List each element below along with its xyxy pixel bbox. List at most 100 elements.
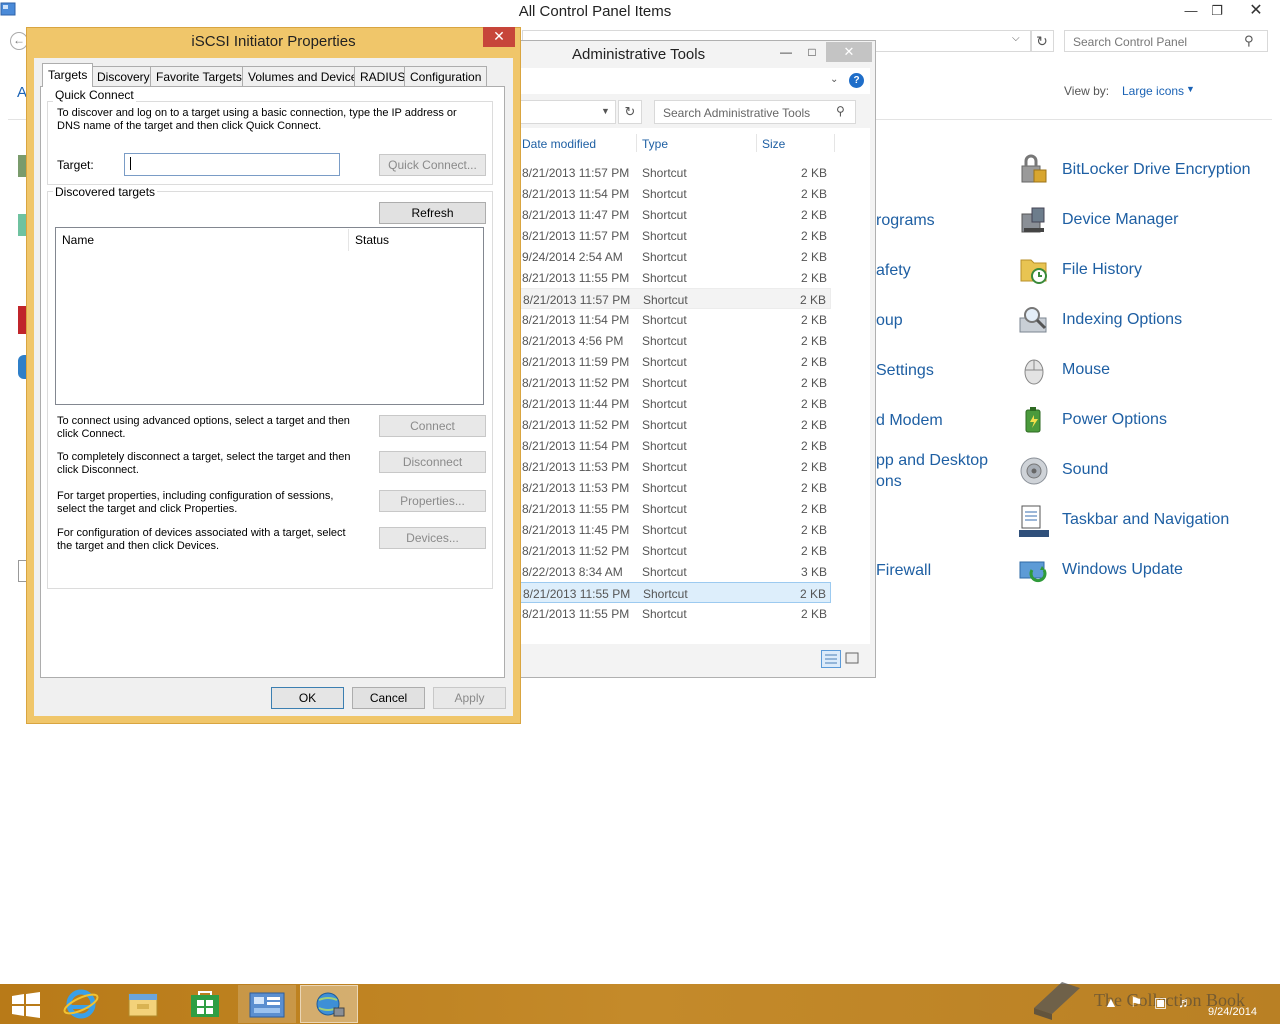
- caret-down-icon[interactable]: ▼: [1186, 84, 1195, 94]
- close-button[interactable]: ✕: [826, 42, 872, 62]
- file-explorer-button[interactable]: [114, 985, 172, 1023]
- file-row[interactable]: 8/21/2013 11:54 PM Shortcut 2 KB: [520, 309, 831, 330]
- file-row-size: 2 KB: [800, 460, 827, 474]
- search-icon[interactable]: ⚲: [1244, 33, 1254, 49]
- clock-date[interactable]: 9/24/2014: [1208, 1006, 1257, 1018]
- file-row[interactable]: 8/21/2013 11:53 PM Shortcut 2 KB: [520, 477, 831, 498]
- network-icon[interactable]: ▣: [1154, 994, 1167, 1011]
- file-row[interactable]: 8/21/2013 11:44 PM Shortcut 2 KB: [520, 393, 831, 414]
- file-row-type: Shortcut: [642, 544, 687, 558]
- file-row-type: Shortcut: [643, 587, 688, 601]
- discovered-targets-list[interactable]: [55, 227, 484, 405]
- search-icon[interactable]: ⚲: [836, 104, 845, 118]
- file-row[interactable]: 8/21/2013 11:57 PM Shortcut 2 KB: [520, 288, 831, 309]
- file-row[interactable]: 8/21/2013 11:54 PM Shortcut 2 KB: [520, 183, 831, 204]
- quick-connect-button[interactable]: Quick Connect...: [379, 154, 486, 176]
- column-header-size[interactable]: Size: [762, 137, 785, 151]
- show-hidden-icons[interactable]: ▲: [1104, 994, 1118, 1010]
- apply-button[interactable]: Apply: [433, 687, 506, 709]
- cp-item-partial[interactable]: oup: [876, 310, 903, 331]
- tab-volumes-and-devices[interactable]: Volumes and Devices: [242, 66, 370, 86]
- cp-item-partial[interactable]: ons: [876, 471, 902, 492]
- connect-button[interactable]: Connect: [379, 415, 486, 437]
- properties-button[interactable]: Properties...: [379, 490, 486, 512]
- chevron-down-icon[interactable]: ⌵: [1012, 33, 1028, 44]
- file-row[interactable]: 8/21/2013 11:52 PM Shortcut 2 KB: [520, 414, 831, 435]
- tab-targets[interactable]: Targets: [42, 63, 94, 87]
- ok-button[interactable]: OK: [271, 687, 344, 709]
- minimize-button[interactable]: —: [1178, 0, 1204, 22]
- column-separator[interactable]: [636, 134, 637, 152]
- column-separator[interactable]: [834, 134, 835, 152]
- file-row[interactable]: 8/21/2013 11:52 PM Shortcut 2 KB: [520, 540, 831, 561]
- volume-icon[interactable]: ♬: [1178, 994, 1192, 1010]
- cp-item-partial[interactable]: Firewall: [876, 560, 931, 581]
- file-row-date: 8/21/2013 11:55 PM: [522, 271, 630, 285]
- file-row[interactable]: 8/21/2013 11:57 PM Shortcut 2 KB: [520, 162, 831, 183]
- column-header-date-modified[interactable]: Date modified: [522, 137, 596, 151]
- file-row[interactable]: 8/21/2013 11:57 PM Shortcut 2 KB: [520, 225, 831, 246]
- column-header-status[interactable]: Status: [355, 233, 389, 247]
- tab-favorite-targets[interactable]: Favorite Targets: [150, 66, 248, 86]
- file-row[interactable]: 8/21/2013 11:53 PM Shortcut 2 KB: [520, 456, 831, 477]
- refresh-button[interactable]: Refresh: [379, 202, 486, 224]
- store-button[interactable]: [176, 985, 234, 1023]
- expand-ribbon-icon[interactable]: ⌄: [830, 74, 838, 85]
- devices-button[interactable]: Devices...: [379, 527, 486, 549]
- tab-configuration[interactable]: Configuration: [404, 66, 488, 86]
- file-row[interactable]: 8/21/2013 11:59 PM Shortcut 2 KB: [520, 351, 831, 372]
- cancel-button[interactable]: Cancel: [352, 687, 425, 709]
- file-row[interactable]: 8/21/2013 11:52 PM Shortcut 2 KB: [520, 372, 831, 393]
- control-panel-taskbar-button[interactable]: [238, 985, 296, 1023]
- cp-item-partial[interactable]: afety: [876, 260, 911, 281]
- column-separator[interactable]: [756, 134, 757, 152]
- file-row-type: Shortcut: [642, 565, 687, 579]
- quick-connect-description: To discover and log on to a target using…: [57, 107, 457, 132]
- file-row[interactable]: 8/21/2013 11:55 PM Shortcut 2 KB: [520, 603, 831, 624]
- mouse-icon: [1018, 354, 1050, 386]
- file-row[interactable]: 8/21/2013 11:45 PM Shortcut 2 KB: [520, 519, 831, 540]
- close-button[interactable]: ✕: [483, 27, 515, 47]
- cp-item-partial[interactable]: pp and Desktop: [876, 450, 988, 471]
- file-row-type: Shortcut: [642, 187, 687, 201]
- maximize-button[interactable]: □: [802, 42, 822, 62]
- disconnect-button[interactable]: Disconnect: [379, 451, 486, 473]
- file-row[interactable]: 8/21/2013 11:54 PM Shortcut 2 KB: [520, 435, 831, 456]
- column-separator[interactable]: [348, 229, 349, 251]
- help-icon[interactable]: ?: [849, 73, 864, 88]
- refresh-icon[interactable]: ↻: [1030, 30, 1054, 52]
- action-center-icon[interactable]: ⚑: [1130, 994, 1143, 1011]
- iscsi-taskbar-button[interactable]: [300, 985, 358, 1023]
- file-row[interactable]: 8/22/2013 8:34 AM Shortcut 3 KB: [520, 561, 831, 582]
- details-view-button[interactable]: [821, 650, 841, 668]
- file-row[interactable]: 8/21/2013 11:55 PM Shortcut 2 KB: [520, 498, 831, 519]
- large-icons-view-button[interactable]: [843, 650, 863, 668]
- minimize-button[interactable]: —: [776, 42, 796, 62]
- dialog-title: iSCSI Initiator Properties: [191, 33, 356, 50]
- file-row[interactable]: 8/21/2013 11:47 PM Shortcut 2 KB: [520, 204, 831, 225]
- close-button[interactable]: ✕: [1242, 0, 1270, 22]
- file-row[interactable]: 9/24/2014 2:54 AM Shortcut 2 KB: [520, 246, 831, 267]
- file-row-size: 2 KB: [800, 376, 827, 390]
- cp-item-partial[interactable]: d Modem: [876, 410, 943, 431]
- target-input[interactable]: [124, 153, 340, 176]
- tab-radius[interactable]: RADIUS: [354, 66, 412, 86]
- column-header-name[interactable]: Name: [62, 233, 94, 247]
- restore-button[interactable]: ❐: [1204, 0, 1230, 22]
- column-header-type[interactable]: Type: [642, 137, 668, 151]
- ribbon-bar: [520, 68, 870, 94]
- file-row[interactable]: 8/21/2013 4:56 PM Shortcut 2 KB: [520, 330, 831, 351]
- cp-item-partial[interactable]: Settings: [876, 360, 934, 381]
- control-panel-search-input[interactable]: Search Control Panel: [1064, 30, 1268, 52]
- cp-item-partial[interactable]: rograms: [876, 210, 935, 231]
- view-by-dropdown[interactable]: Large icons: [1122, 84, 1184, 98]
- internet-explorer-button[interactable]: [52, 985, 110, 1023]
- chevron-down-icon[interactable]: ▼: [601, 106, 610, 116]
- start-button[interactable]: [0, 985, 58, 1023]
- file-row[interactable]: 8/21/2013 11:55 PM Shortcut 2 KB: [520, 267, 831, 288]
- file-row[interactable]: 8/21/2013 11:55 PM Shortcut 2 KB: [520, 582, 831, 603]
- tab-discovery[interactable]: Discovery: [91, 66, 156, 86]
- file-row-date: 8/21/2013 11:59 PM: [522, 355, 630, 369]
- admin-tools-search-input[interactable]: Search Administrative Tools: [654, 100, 856, 124]
- refresh-icon[interactable]: ↻: [618, 100, 642, 124]
